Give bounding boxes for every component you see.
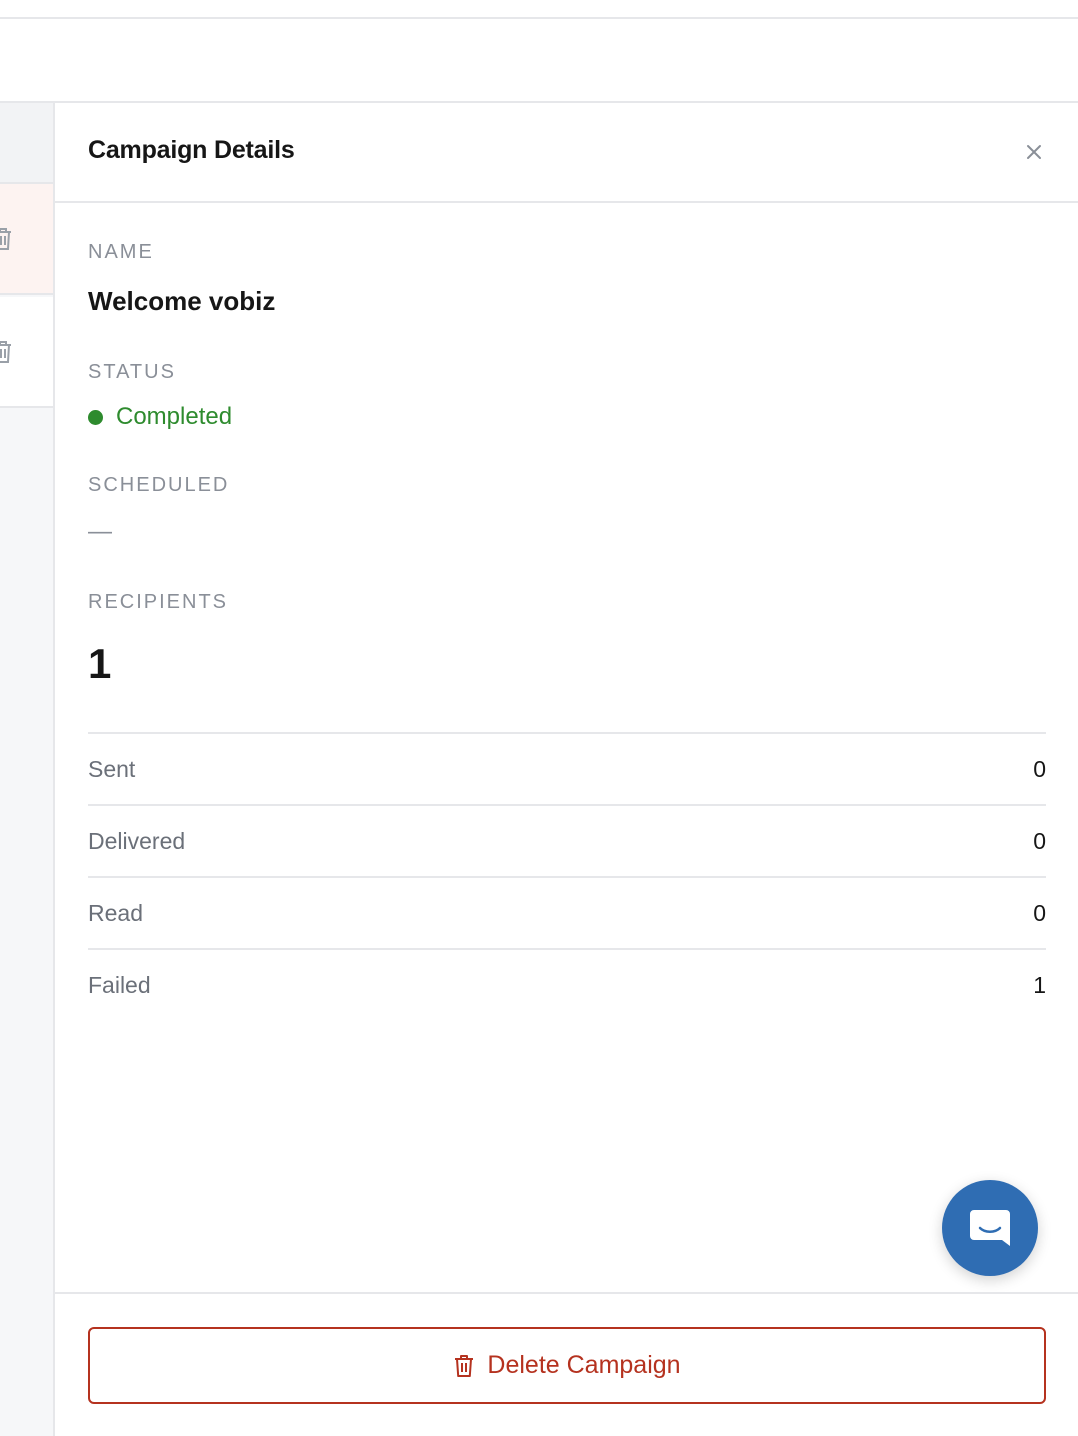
- drawer-title: Campaign Details: [88, 136, 295, 164]
- trash-icon[interactable]: [0, 339, 13, 365]
- app-header: [0, 21, 1078, 103]
- status-badge: Completed: [88, 403, 232, 431]
- stat-label: Sent: [88, 756, 136, 782]
- campaign-name: Welcome vobiz: [88, 286, 276, 316]
- status-text: Completed: [116, 403, 233, 430]
- stat-value: 0: [1033, 756, 1046, 782]
- campaign-list: [0, 103, 55, 1436]
- chat-icon: [970, 1210, 1010, 1246]
- recipients-label: RECIPIENTS: [88, 591, 229, 613]
- stat-label: Read: [88, 900, 143, 926]
- stat-row-delivered: Delivered 0: [88, 806, 1046, 878]
- stat-value: 0: [1033, 828, 1046, 854]
- status-label: STATUS: [88, 361, 176, 383]
- stat-value: 0: [1033, 900, 1046, 926]
- stat-row-sent: Sent 0: [88, 734, 1046, 806]
- stat-label: Failed: [88, 972, 151, 998]
- list-header: [0, 103, 53, 184]
- campaign-details-drawer: Campaign Details NAME Welcome vobiz STAT…: [55, 103, 1078, 1436]
- scheduled-value: —: [88, 518, 112, 545]
- list-item[interactable]: [0, 184, 53, 295]
- trash-icon[interactable]: [0, 226, 13, 252]
- stat-label: Delivered: [88, 828, 186, 854]
- stat-row-read: Read 0: [88, 878, 1046, 950]
- drawer-header: Campaign Details: [55, 103, 1078, 203]
- scheduled-label: SCHEDULED: [88, 474, 230, 496]
- close-button[interactable]: [1021, 139, 1047, 165]
- close-icon: [1027, 145, 1041, 159]
- name-label: NAME: [88, 241, 154, 263]
- chat-launcher-button[interactable]: [942, 1180, 1038, 1276]
- status-dot-icon: [88, 409, 103, 425]
- list-item[interactable]: [0, 297, 53, 408]
- drawer-footer: Delete Campaign: [55, 1292, 1078, 1436]
- top-strip: [0, 0, 1078, 19]
- stat-value: 1: [1033, 972, 1046, 998]
- trash-icon: [455, 1354, 474, 1377]
- stat-row-failed: Failed 1: [88, 950, 1046, 1022]
- delete-campaign-label: Delete Campaign: [487, 1351, 681, 1379]
- delivery-stats: Sent 0 Delivered 0 Read 0 Failed 1: [88, 732, 1046, 1022]
- delete-campaign-button[interactable]: Delete Campaign: [88, 1327, 1046, 1404]
- recipients-count: 1: [88, 640, 112, 687]
- page: Campaign Details NAME Welcome vobiz STAT…: [0, 0, 1078, 1436]
